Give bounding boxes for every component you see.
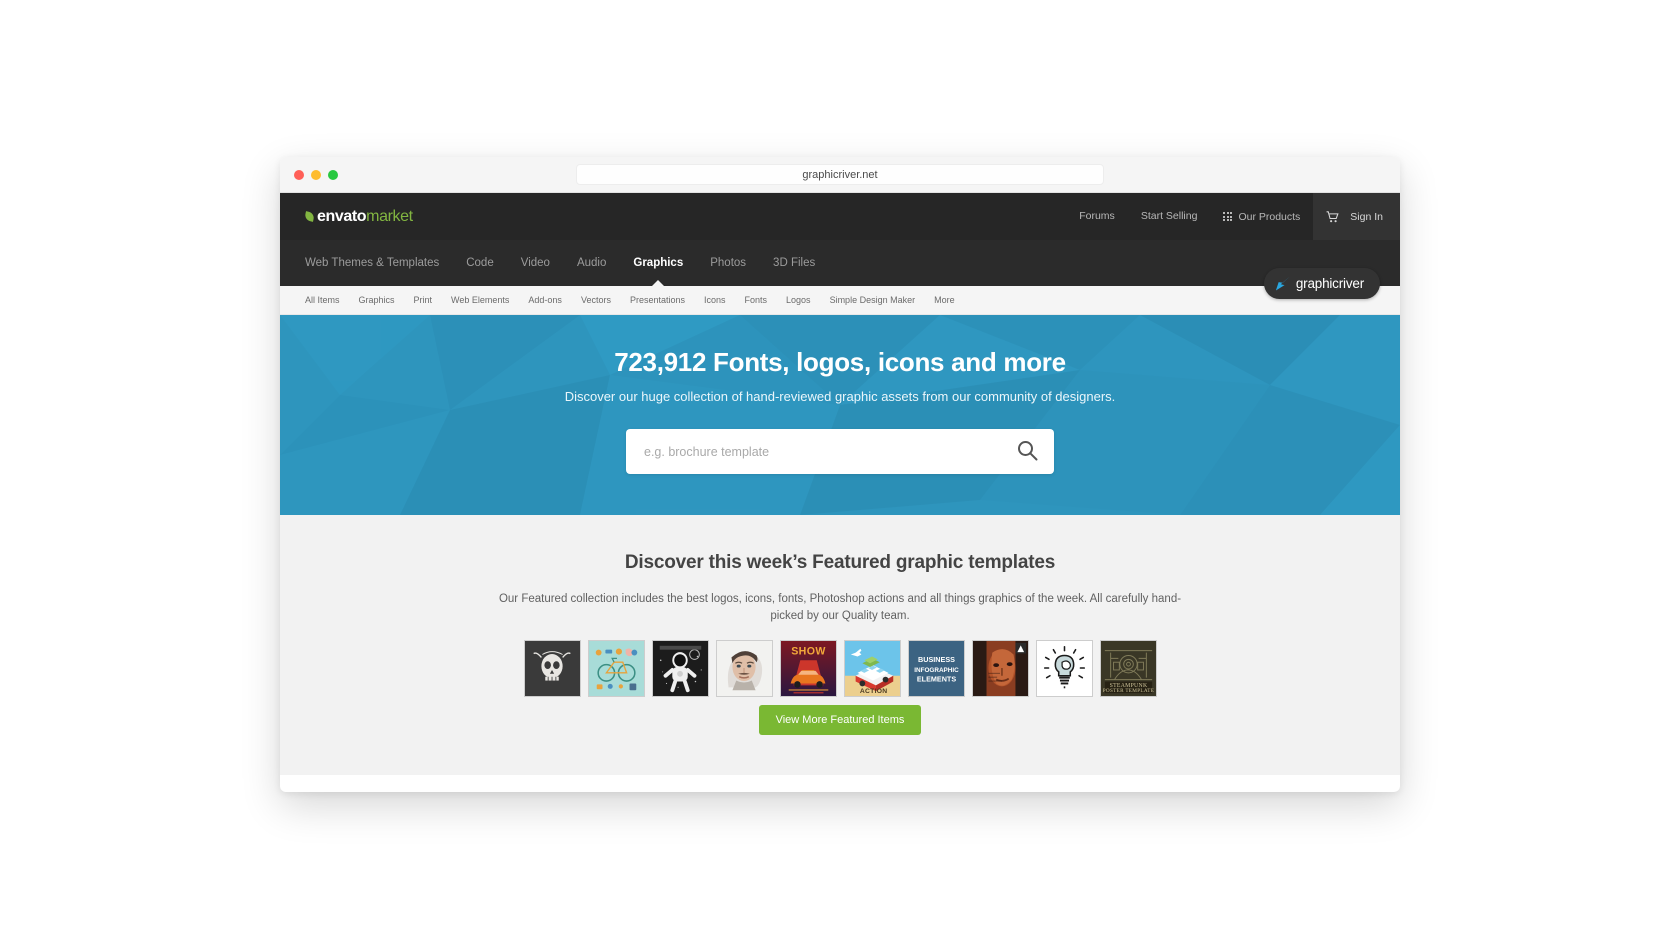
thumbnail-face-portrait-effect[interactable] — [971, 639, 1029, 697]
main-navigation: Web Themes & Templates Code Video Audio … — [280, 240, 1400, 299]
thumbnail-lightbulb-icon-art[interactable] — [1035, 639, 1093, 697]
header-link-forums[interactable]: Forums — [1066, 193, 1128, 240]
category-bar: All Items Graphics Print Web Elements Ad… — [280, 286, 1400, 315]
thumbnail-camper-van-action[interactable]: ACTION — [843, 639, 901, 697]
view-more-featured-items-button[interactable]: View More Featured Items — [758, 705, 922, 735]
graphicriver-mark-icon — [1275, 276, 1290, 291]
hero-title: 723,912 Fonts, logos, icons and more — [614, 347, 1066, 377]
maximize-window-button[interactable] — [328, 169, 338, 180]
thumbnail-astronaut-poster[interactable] — [651, 639, 709, 697]
envato-market-logo[interactable]: envato market — [304, 207, 413, 226]
header-link-start-selling[interactable]: Start Selling — [1128, 193, 1211, 240]
thumbnail-show-car-poster[interactable]: SHOW — [779, 639, 837, 697]
svg-text:SHOW: SHOW — [791, 645, 826, 657]
thumbnail-business-infographic-elements[interactable]: BUSINESS INFOGRAPHIC ELEMENTS — [907, 639, 965, 697]
sign-in-label: Sign In — [1350, 210, 1383, 223]
graphicriver-badge[interactable]: graphicriver — [1263, 268, 1380, 299]
category-vectors[interactable]: Vectors — [581, 295, 611, 305]
svg-text:INFOGRAPHIC: INFOGRAPHIC — [914, 666, 959, 673]
search-bar[interactable] — [626, 429, 1054, 474]
nav-tab-web-themes-templates[interactable]: Web Themes & Templates — [305, 257, 439, 269]
category-web-elements[interactable]: Web Elements — [451, 295, 509, 305]
logo-envato-text: envato — [317, 207, 367, 225]
category-presentations[interactable]: Presentations — [630, 295, 685, 305]
svg-text:POSTER TEMPLATE: POSTER TEMPLATE — [1102, 688, 1154, 694]
minimize-window-button[interactable] — [311, 169, 321, 180]
window-controls — [294, 169, 338, 180]
thumbnail-bicycle-infographic[interactable] — [587, 639, 645, 697]
graphicriver-badge-label: graphicriver — [1295, 276, 1364, 291]
hero-subtitle: Discover our huge collection of hand-rev… — [564, 389, 1116, 404]
category-add-ons[interactable]: Add-ons — [528, 295, 562, 305]
category-print[interactable]: Print — [414, 295, 433, 305]
logo-market-text: market — [366, 207, 413, 225]
featured-title: Discover this week’s Featured graphic te… — [624, 552, 1056, 573]
our-products-label: Our Products — [1238, 210, 1301, 223]
header-right-nav: Forums Start Selling Our Products Sign I… — [1066, 193, 1400, 240]
search-input[interactable] — [644, 444, 1017, 459]
leaf-icon — [304, 211, 315, 222]
browser-window: graphicriver.net envato market Forums St… — [280, 157, 1400, 792]
category-fonts[interactable]: Fonts — [745, 295, 768, 305]
category-graphics[interactable]: Graphics — [359, 295, 395, 305]
nav-tab-code[interactable]: Code — [466, 257, 494, 269]
category-more[interactable]: More — [934, 295, 955, 305]
nav-tab-photos[interactable]: Photos — [710, 257, 746, 269]
nav-tab-graphics[interactable]: Graphics — [633, 257, 683, 269]
site-header: envato market Forums Start Selling Our P… — [280, 193, 1400, 240]
thumbnail-skull-illustration[interactable] — [523, 639, 581, 697]
close-window-button[interactable] — [294, 169, 304, 180]
category-icons[interactable]: Icons — [704, 295, 726, 305]
category-all-items[interactable]: All Items — [305, 295, 340, 305]
nav-tab-3d-files[interactable]: 3D Files — [773, 257, 815, 269]
thumbnail-watercolor-portrait[interactable] — [715, 639, 773, 697]
search-submit-button[interactable] — [1017, 440, 1038, 464]
address-bar[interactable]: graphicriver.net — [576, 164, 1104, 185]
svg-text:ELEMENTS: ELEMENTS — [916, 674, 955, 683]
featured-section: Discover this week’s Featured graphic te… — [280, 515, 1400, 699]
hero-section: 723,912 Fonts, logos, icons and more Dis… — [280, 315, 1400, 515]
svg-text:BUSINESS: BUSINESS — [918, 655, 955, 664]
sign-in-button[interactable]: Sign In — [1313, 193, 1400, 240]
category-simple-design-maker[interactable]: Simple Design Maker — [830, 295, 916, 305]
featured-thumbnail-row: SHOW ACTION BUSINESS INFOGRAPHIC ELEMENT… — [523, 639, 1157, 697]
svg-text:ACTION: ACTION — [859, 688, 887, 695]
nav-tab-audio[interactable]: Audio — [577, 257, 606, 269]
browser-titlebar: graphicriver.net — [280, 157, 1400, 193]
nav-tab-video[interactable]: Video — [521, 257, 550, 269]
search-icon — [1017, 440, 1038, 464]
shopping-cart-icon — [1326, 211, 1339, 223]
thumbnail-steampunk-poster-template[interactable]: STEAMPUNK POSTER TEMPLATE — [1099, 639, 1157, 697]
featured-cta-area: View More Featured Items — [280, 699, 1400, 735]
our-products-menu[interactable]: Our Products — [1210, 211, 1313, 223]
page-bottom-spacer — [280, 735, 1400, 775]
featured-description: Our Featured collection includes the bes… — [498, 593, 1182, 623]
category-logos[interactable]: Logos — [786, 295, 811, 305]
address-bar-text: graphicriver.net — [802, 168, 878, 181]
grid-apps-icon — [1223, 212, 1233, 221]
